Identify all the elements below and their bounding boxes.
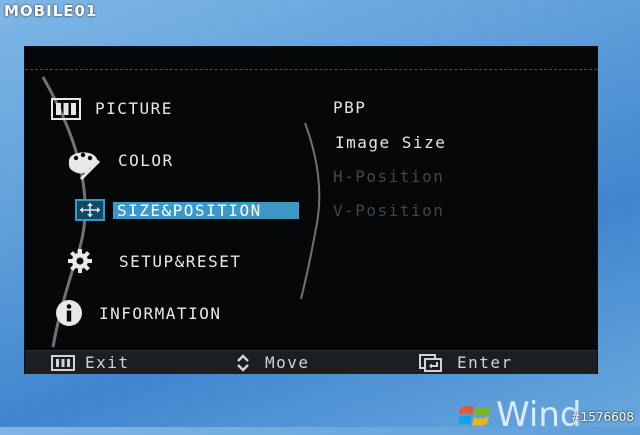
exit-label: Exit bbox=[85, 353, 130, 372]
submenu-v-position: V-Position bbox=[333, 201, 445, 220]
submenu-pbp[interactable]: PBP bbox=[333, 98, 366, 117]
watermark-text: MOBILE01 bbox=[4, 2, 98, 20]
menu-label-size-position: SIZE&POSITION bbox=[113, 202, 299, 219]
menu-label-setup-reset: SETUP&RESET bbox=[119, 252, 242, 271]
size-position-icon bbox=[75, 199, 105, 225]
palette-icon bbox=[65, 147, 103, 185]
gear-icon bbox=[65, 248, 95, 278]
submenu-h-position: H-Position bbox=[333, 167, 445, 186]
info-icon bbox=[55, 299, 83, 331]
menu-label-color: COLOR bbox=[118, 151, 174, 170]
exit-icon bbox=[51, 355, 75, 375]
move-icon bbox=[235, 354, 251, 376]
enter-icon bbox=[419, 354, 443, 376]
windows-logo-icon bbox=[458, 405, 491, 426]
menu-item-color[interactable]: COLOR bbox=[65, 147, 265, 181]
menu-label-picture: PICTURE bbox=[95, 99, 173, 118]
menu-item-size-position[interactable]: SIZE&POSITION bbox=[75, 197, 315, 223]
menu-label-information: INFORMATION bbox=[99, 304, 222, 323]
windows-wordmark: Wind bbox=[496, 395, 582, 435]
osd-bottom-bar: Exit Move Enter bbox=[25, 350, 597, 374]
enter-label: Enter bbox=[457, 353, 513, 372]
site-watermark: MOBILE01 bbox=[4, 2, 97, 24]
monitor-osd-menu: PICTURE COLOR SIZE&POSITION SETUP&RESET … bbox=[24, 46, 598, 374]
menu-item-setup-reset[interactable]: SETUP&RESET bbox=[65, 248, 285, 274]
menu-item-picture[interactable]: PICTURE bbox=[51, 95, 251, 121]
photo-id-label: #1576608 bbox=[570, 410, 635, 424]
move-label: Move bbox=[265, 353, 310, 372]
picture-icon bbox=[51, 98, 81, 124]
menu-item-information[interactable]: INFORMATION bbox=[55, 299, 275, 326]
submenu-image-size[interactable]: Image Size bbox=[335, 133, 446, 152]
